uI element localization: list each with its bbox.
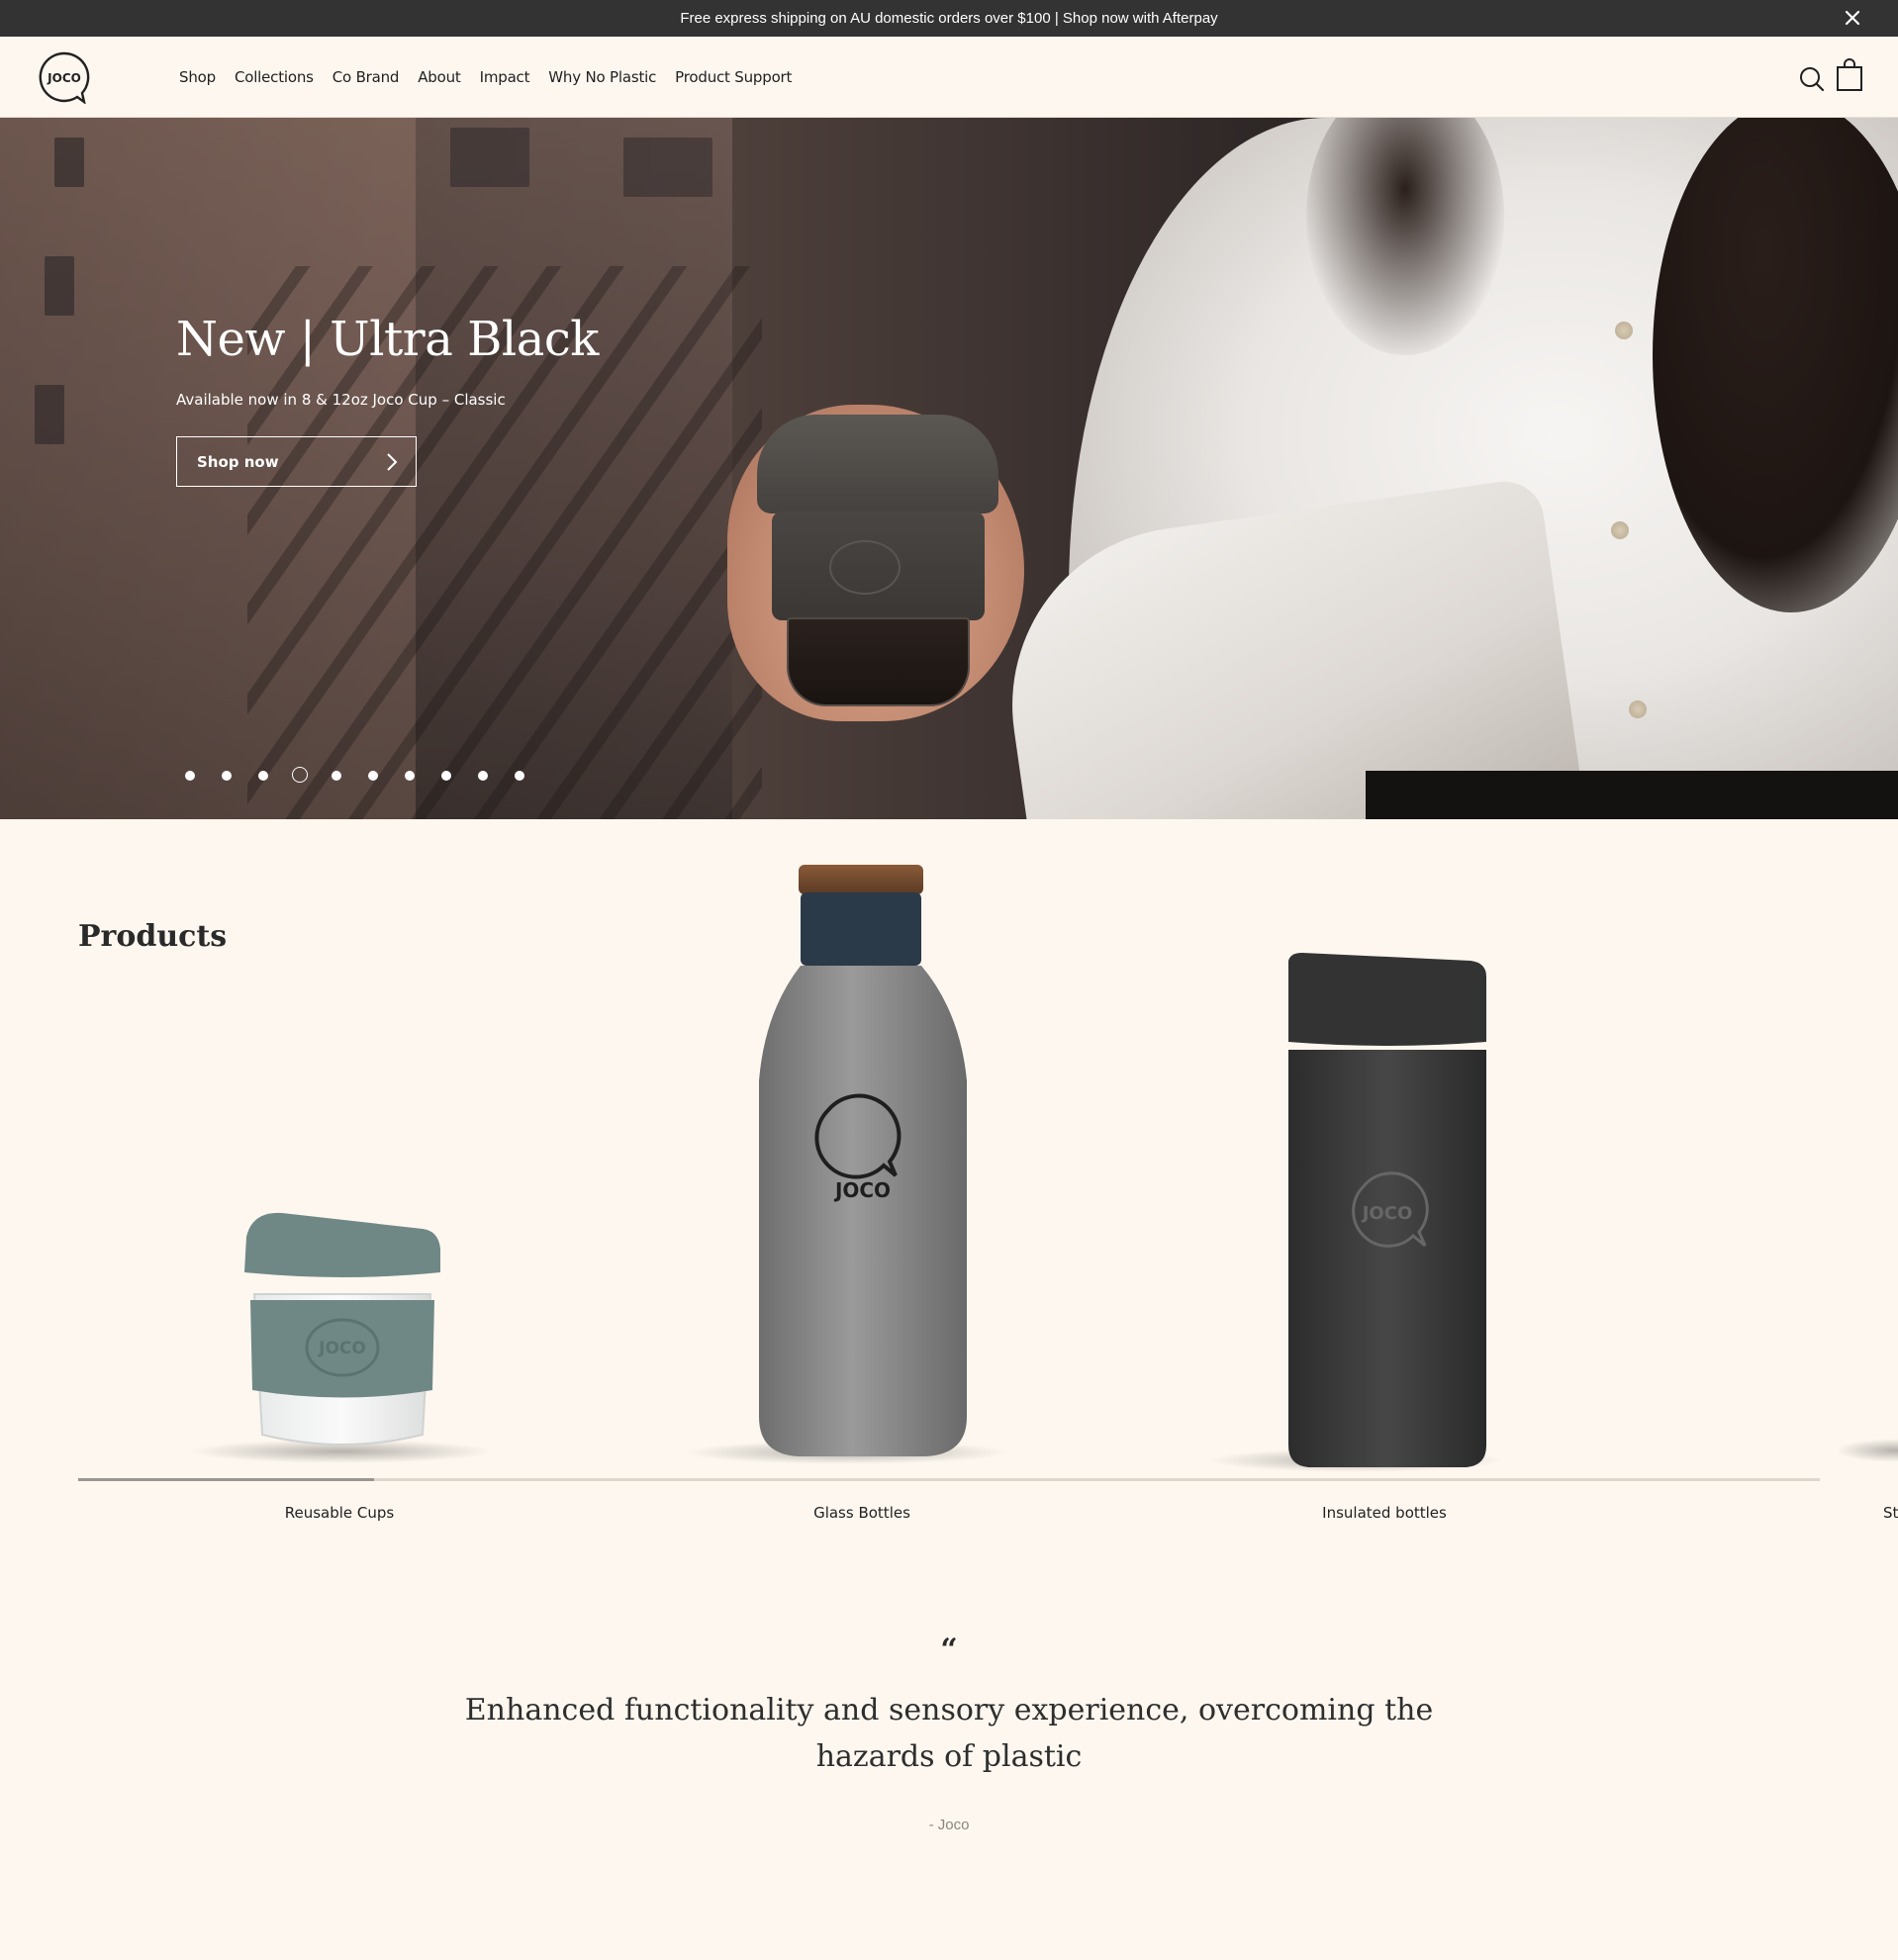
nav-co-brand[interactable]: Co Brand [332, 68, 400, 86]
slide-dot[interactable] [368, 771, 378, 781]
shirt-button [1629, 700, 1647, 718]
quote-text: Enhanced functionality and sensory exper… [464, 1693, 1434, 1774]
cup-glass [787, 617, 970, 706]
nav-about[interactable]: About [418, 68, 461, 86]
shirt-button [1615, 322, 1633, 339]
nav-shop[interactable]: Shop [179, 68, 216, 86]
close-icon[interactable] [1843, 8, 1862, 28]
logo-text: JOCO [47, 71, 81, 85]
products-heading: Products [78, 919, 228, 954]
shirt-button [1611, 521, 1629, 539]
nav-product-support[interactable]: Product Support [675, 68, 792, 86]
hero-subtitle: Available now in 8 & 12oz Joco Cup – Cla… [176, 391, 506, 409]
reusable-cup-image: JOCO [244, 1212, 440, 1446]
glass-bottle-image: JOCO [759, 865, 967, 1456]
slide-dot[interactable] [515, 771, 524, 781]
main-nav: Shop Collections Co Brand About Impact W… [179, 37, 810, 118]
nav-impact[interactable]: Impact [480, 68, 530, 86]
insulated-logo-text: JOCO [1361, 1203, 1413, 1224]
product-shadow [1836, 1439, 1898, 1462]
insulated-bottle-image: JOCO [1288, 953, 1486, 1467]
nav-collections[interactable]: Collections [235, 68, 314, 86]
announcement-bar: Free express shipping on AU domestic ord… [0, 0, 1898, 37]
slide-dot[interactable] [332, 771, 341, 781]
product-label[interactable]: Glass Bottles [713, 1504, 1010, 1522]
hero-title: New | Ultra Black [176, 312, 599, 367]
slide-dot[interactable] [185, 771, 195, 781]
slide-dot[interactable] [478, 771, 488, 781]
nav-why-no-plastic[interactable]: Why No Plastic [548, 68, 656, 86]
slide-dot[interactable] [258, 771, 268, 781]
products-scroll-thumb[interactable] [78, 1478, 374, 1481]
shop-now-button[interactable]: Shop now [176, 436, 417, 487]
quote-author: - Joco [928, 1817, 970, 1833]
product-label[interactable]: Reusable Cups [191, 1504, 488, 1522]
hero-banner: New | Ultra Black Available now in 8 & 1… [0, 118, 1898, 819]
cart-icon[interactable] [1836, 58, 1863, 92]
announcement-text[interactable]: Free express shipping on AU domestic ord… [680, 10, 1217, 27]
shop-now-label: Shop now [197, 452, 279, 471]
slide-dot[interactable] [405, 771, 415, 781]
chevron-right-icon [387, 453, 398, 471]
product-label[interactable]: St [1883, 1504, 1898, 1522]
cup-lid [757, 415, 998, 513]
bottle-logo-text: JOCO [833, 1178, 891, 1202]
site-header: JOCO Shop Collections Co Brand About Imp… [0, 37, 1898, 118]
search-icon[interactable] [1798, 65, 1826, 93]
cup-logo-text: JOCO [318, 1339, 366, 1358]
slide-dot[interactable] [222, 771, 232, 781]
slide-dot[interactable] [441, 771, 451, 781]
slide-dot-active[interactable] [292, 767, 308, 783]
cup-logo-icon [829, 540, 901, 595]
product-label[interactable]: Insulated bottles [1236, 1504, 1533, 1522]
hero-belt [1366, 771, 1898, 819]
joco-logo[interactable]: JOCO [38, 50, 91, 104]
quote-mark: “ [940, 1633, 958, 1667]
